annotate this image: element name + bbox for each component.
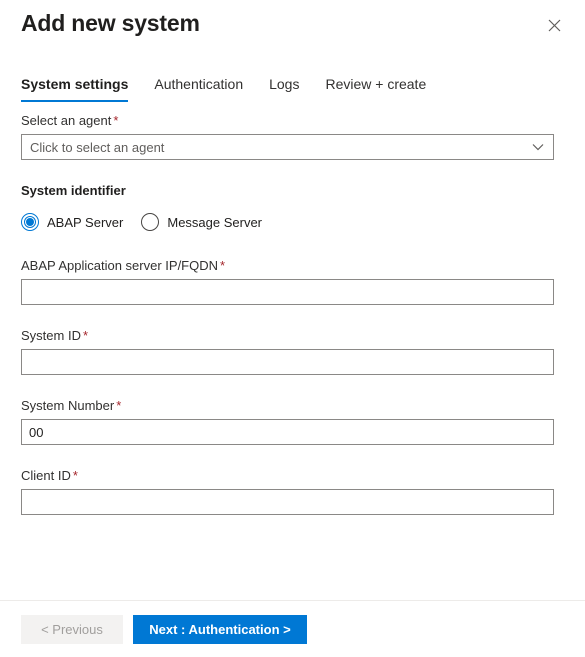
tab-authentication[interactable]: Authentication: [141, 76, 256, 102]
panel-header: Add new system: [0, 0, 585, 60]
required-asterisk: *: [82, 328, 89, 343]
page-title: Add new system: [21, 10, 200, 36]
client-id-input[interactable]: [21, 489, 554, 515]
tab-review-create[interactable]: Review + create: [312, 76, 439, 102]
next-authentication-button[interactable]: Next : Authentication >: [133, 615, 307, 644]
label-text: Select an agent: [21, 113, 112, 128]
required-asterisk: *: [72, 468, 78, 483]
label-text: System Number: [21, 398, 115, 413]
field-label-abap-application-server-ip-fqdn: ABAP Application server IP/FQDN *: [21, 257, 564, 275]
form-body: Select an agent * Click to select an agen…: [0, 112, 585, 515]
radio-abap-server[interactable]: ABAP Server: [21, 213, 123, 231]
label-text: System ID: [21, 328, 81, 343]
footer-bar: < Previous Next : Authentication >: [0, 600, 585, 657]
system-identifier-radio-group: ABAP Server Message Server: [0, 213, 585, 231]
field-client-id: Client ID *: [0, 467, 585, 515]
agent-dropdown-value: Click to select an agent: [30, 139, 165, 155]
field-label-system-number: System Number *: [21, 397, 564, 415]
label-text: Client ID: [21, 468, 71, 483]
tab-logs[interactable]: Logs: [256, 76, 312, 102]
tab-system-settings[interactable]: System settings: [21, 76, 141, 102]
radio-label-abap-server: ABAP Server: [47, 214, 124, 230]
radio-unselected-icon: [141, 213, 160, 231]
field-label-client-id: Client ID *: [21, 467, 564, 485]
previous-button[interactable]: < Previous: [21, 615, 123, 644]
close-icon: [548, 19, 561, 32]
field-system-id: System ID *: [0, 327, 585, 375]
system-number-input[interactable]: [21, 419, 554, 445]
radio-selected-icon: [21, 213, 39, 231]
field-system-identifier: System identifier: [0, 182, 585, 200]
system-id-input[interactable]: [21, 349, 554, 375]
radio-message-server[interactable]: Message Server: [141, 213, 262, 231]
field-label-system-id: System ID *: [21, 327, 564, 345]
required-asterisk: *: [220, 258, 226, 273]
field-abap-application-server-ip-fqdn: ABAP Application server IP/FQDN *: [0, 257, 585, 305]
chevron-down-icon: [523, 143, 553, 151]
tab-bar: System settings Authentication Logs Revi…: [21, 68, 439, 102]
agent-dropdown[interactable]: Click to select an agent: [21, 134, 554, 160]
field-system-number: System Number *: [0, 397, 585, 445]
system-identifier-label: System identifier: [21, 183, 126, 198]
required-asterisk: *: [113, 113, 119, 128]
close-button[interactable]: [539, 10, 569, 40]
field-select-agent: Select an agent * Click to select an agen…: [0, 112, 585, 160]
abap-application-server-ip-fqdn-input[interactable]: [21, 279, 554, 305]
label-text: ABAP Application server IP/FQDN: [21, 258, 219, 273]
radio-label-message-server: Message Server: [167, 214, 263, 230]
required-asterisk: *: [116, 398, 122, 413]
field-label-select-agent: Select an agent *: [21, 112, 564, 130]
